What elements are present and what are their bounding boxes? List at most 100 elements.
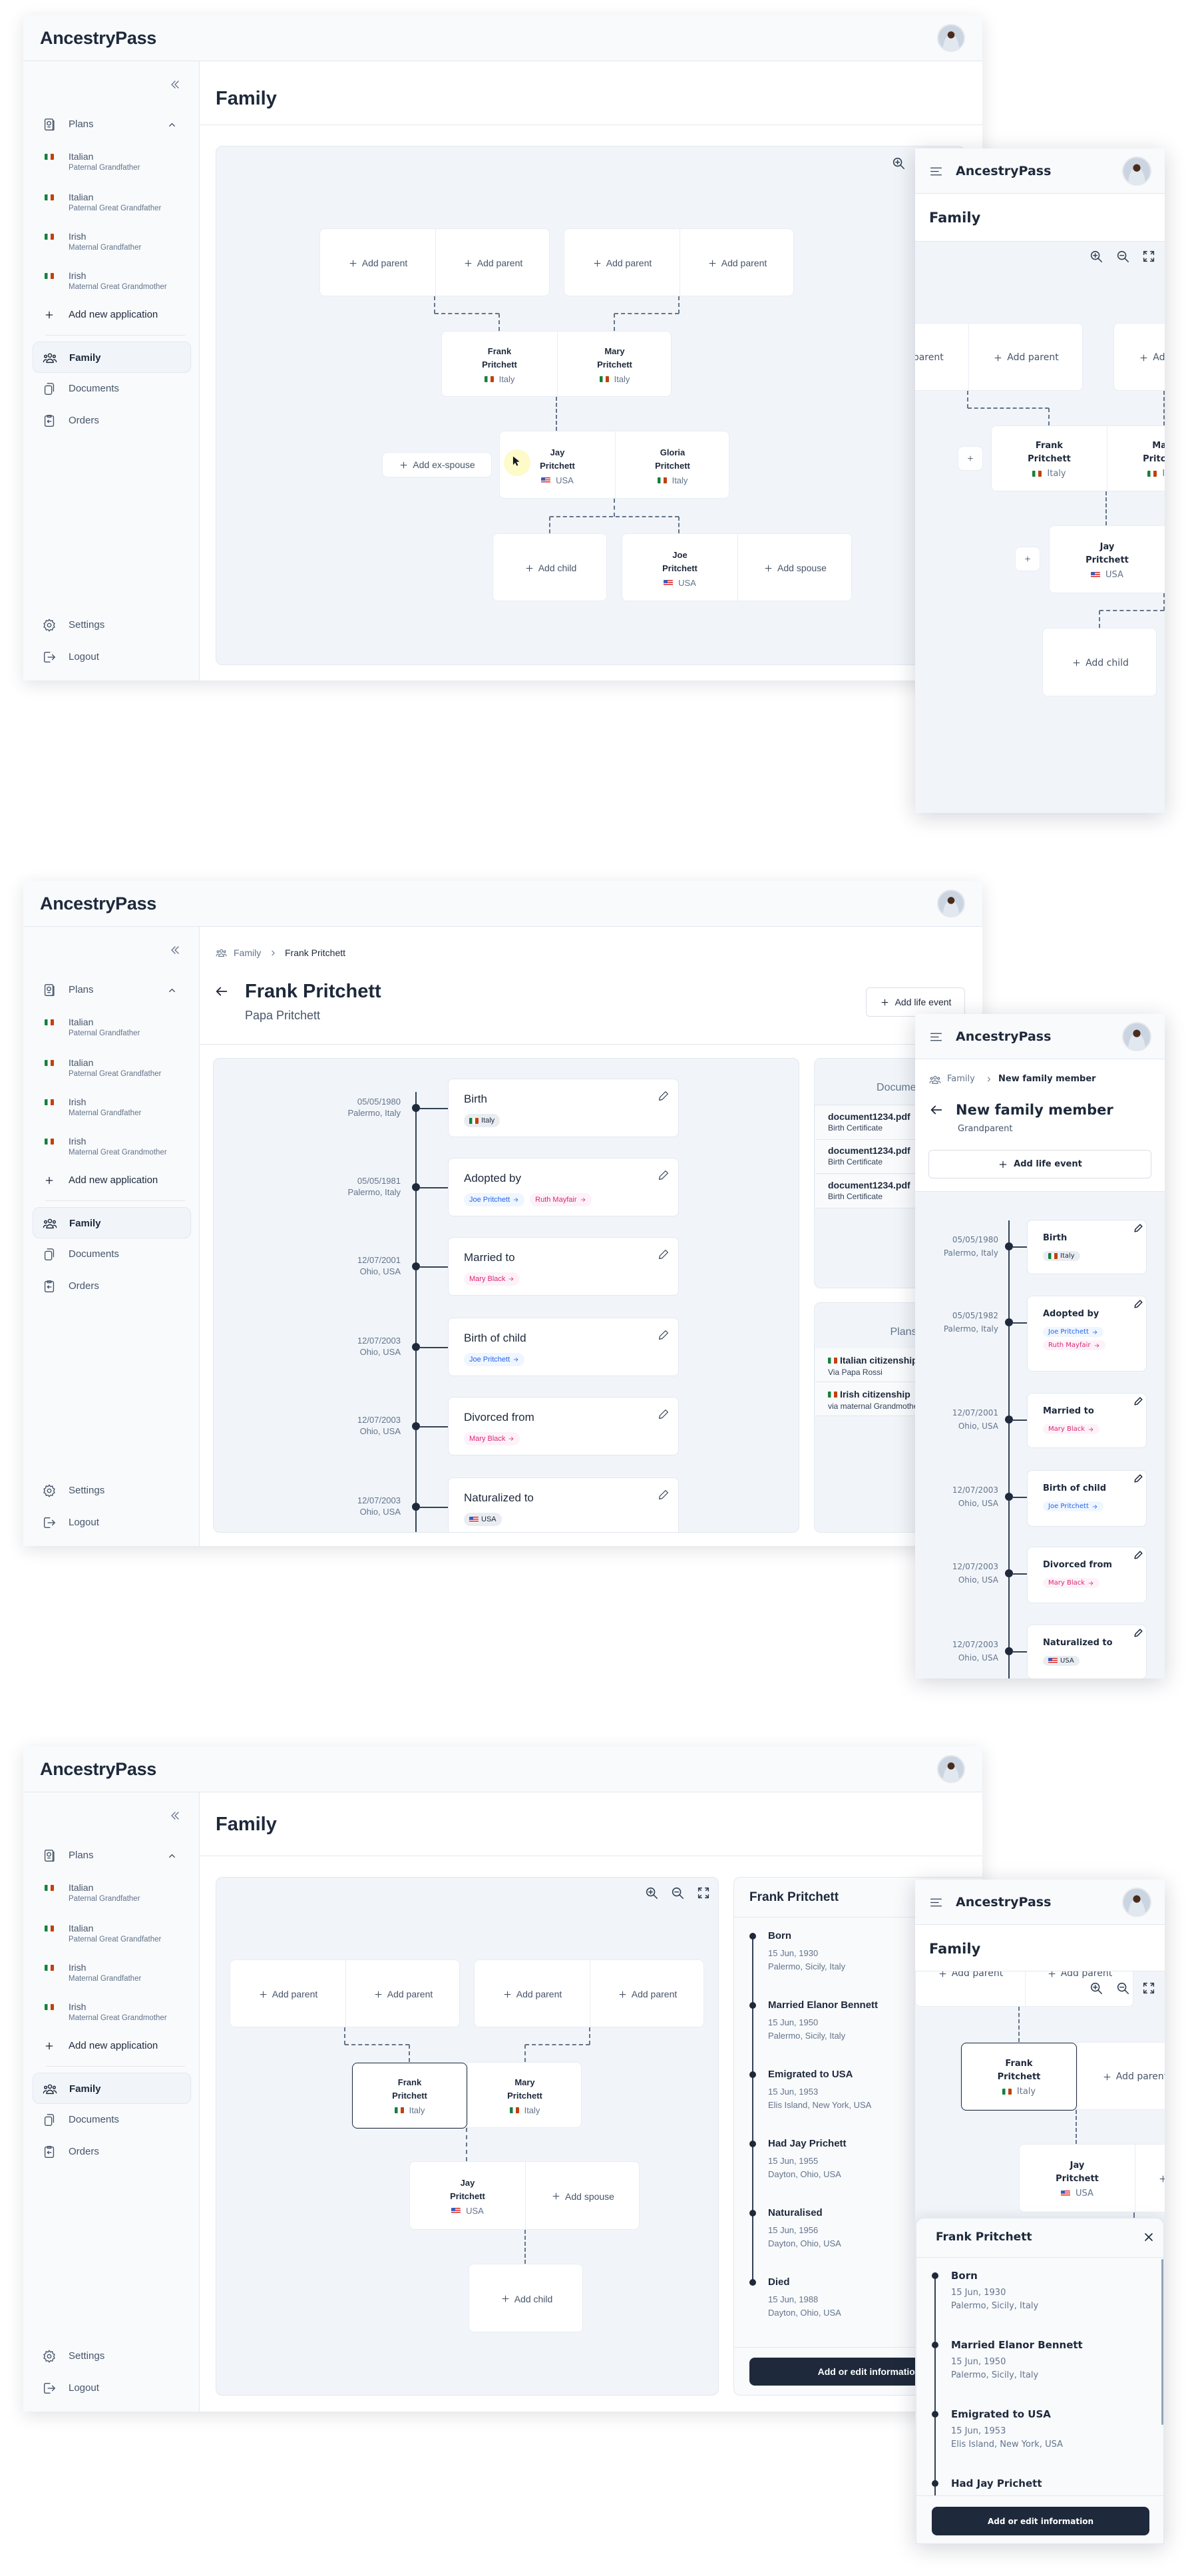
add-child-button[interactable]: Add child bbox=[469, 2264, 584, 2333]
pencil-icon[interactable] bbox=[1133, 1473, 1143, 1483]
sidebar-plan-item[interactable]: Irish Maternal Great Grandmother bbox=[40, 1999, 186, 2025]
sidebar-plan-item[interactable]: Italian Paternal Grandfather bbox=[40, 1880, 186, 1906]
fullscreen-icon[interactable] bbox=[1141, 1981, 1156, 1995]
zoom-out-icon[interactable] bbox=[1115, 1981, 1130, 1995]
menu-icon[interactable] bbox=[929, 1896, 943, 1910]
life-event-card[interactable]: Birth of child Joe Pritchett bbox=[448, 1318, 679, 1376]
sidebar-plan-item[interactable]: Italian Paternal Great Grandfather bbox=[40, 189, 186, 216]
add-parent-button[interactable]: Add parent bbox=[590, 1960, 705, 2028]
back-arrow-icon[interactable] bbox=[929, 1103, 944, 1117]
add-parent-button[interactable]: Add parent bbox=[475, 1960, 590, 2028]
add-parent-button[interactable]: Add parent bbox=[916, 1971, 1025, 2007]
person-node-frank[interactable]: Frank Pritchett Italy bbox=[442, 332, 557, 397]
close-icon[interactable] bbox=[1142, 2230, 1155, 2244]
sidebar-item-family[interactable]: Family bbox=[33, 342, 191, 373]
add-ex-spouse-button[interactable] bbox=[1015, 547, 1040, 571]
event-tag-pink[interactable]: Mary Black bbox=[1043, 1424, 1100, 1434]
add-ex-spouse-button[interactable]: Add ex-spouse bbox=[382, 452, 492, 477]
sidebar-plans-toggle[interactable]: Plans bbox=[33, 1846, 192, 1865]
life-event-card[interactable]: Naturalized to USA bbox=[1027, 1625, 1147, 1678]
add-parent-button[interactable]: Add parent bbox=[968, 324, 1084, 391]
add-child-button[interactable]: Add child bbox=[493, 534, 608, 602]
life-event-card[interactable]: Naturalized to USA bbox=[448, 1477, 679, 1532]
event-tag-pink[interactable]: Mary Black bbox=[464, 1432, 520, 1445]
pencil-icon[interactable] bbox=[658, 1408, 670, 1420]
user-avatar[interactable] bbox=[1122, 1888, 1151, 1917]
sidebar-plan-item[interactable]: Irish Maternal Grandfather bbox=[40, 228, 186, 255]
sidebar-plan-item[interactable]: Irish Maternal Great Grandmother bbox=[40, 268, 186, 294]
sidebar-plans-toggle[interactable]: Plans bbox=[33, 115, 192, 134]
pencil-icon[interactable] bbox=[1133, 1223, 1143, 1233]
life-event-card[interactable]: Birth Italy bbox=[1027, 1220, 1147, 1274]
add-spouse-button[interactable]: Add spouse bbox=[737, 534, 853, 602]
add-new-application-link[interactable]: Add new application bbox=[40, 307, 186, 323]
user-avatar[interactable] bbox=[1122, 156, 1151, 186]
sidebar-item-family[interactable]: Family bbox=[33, 2073, 191, 2104]
collapse-sidebar-icon[interactable] bbox=[168, 78, 182, 91]
sidebar-plan-item[interactable]: Irish Maternal Great Grandmother bbox=[40, 1133, 186, 1160]
zoom-in-icon[interactable] bbox=[1089, 1981, 1103, 1995]
event-tag-pink[interactable]: Ruth Mayfair bbox=[530, 1193, 592, 1206]
life-event-card[interactable]: Married to Mary Black bbox=[1027, 1393, 1147, 1448]
add-parent-button[interactable]: Add parent bbox=[1077, 2043, 1165, 2111]
add-ex-spouse-button[interactable] bbox=[958, 446, 983, 471]
person-node-mary[interactable]: Mary Pritchett Italy bbox=[1107, 426, 1165, 492]
person-node-gloria[interactable]: Gloria Pritchett Italy bbox=[615, 431, 730, 499]
fullscreen-icon[interactable] bbox=[1141, 249, 1156, 264]
sidebar-plan-item[interactable]: Italian Paternal Great Grandfather bbox=[40, 1920, 186, 1947]
life-event-card[interactable]: Birth of child Joe Pritchett bbox=[1027, 1470, 1147, 1527]
sidebar-item-orders[interactable]: Orders bbox=[33, 409, 191, 433]
event-tag-blue[interactable]: Joe Pritchett bbox=[1043, 1327, 1103, 1337]
sidebar-item-orders[interactable]: Orders bbox=[33, 1274, 191, 1298]
pencil-icon[interactable] bbox=[658, 1329, 670, 1341]
add-new-application-link[interactable]: Add new application bbox=[40, 2038, 186, 2054]
add-life-event-button[interactable]: Add life event bbox=[928, 1150, 1151, 1178]
add-spouse-button[interactable]: Add spouse bbox=[1135, 2145, 1165, 2213]
sidebar-item-documents[interactable]: Documents bbox=[33, 377, 191, 401]
person-node-jay[interactable]: Jay Pritchett USA bbox=[410, 2162, 525, 2230]
sidebar-plans-toggle[interactable]: Plans bbox=[33, 981, 192, 999]
life-event-card[interactable]: Married to Mary Black bbox=[448, 1237, 679, 1296]
collapse-sidebar-icon[interactable] bbox=[168, 1809, 182, 1822]
scrollbar[interactable] bbox=[1161, 2259, 1163, 2425]
person-node-frank[interactable]: Frank Pritchett Italy bbox=[992, 426, 1107, 492]
collapse-sidebar-icon[interactable] bbox=[168, 943, 182, 957]
user-avatar[interactable] bbox=[937, 24, 965, 52]
sidebar-item-documents[interactable]: Documents bbox=[33, 2108, 191, 2132]
add-parent-button[interactable]: Add parent bbox=[1114, 324, 1165, 391]
add-life-event-button[interactable]: Add life event bbox=[866, 987, 965, 1017]
sidebar-plan-item[interactable]: Irish Maternal Grandfather bbox=[40, 1094, 186, 1121]
pencil-icon[interactable] bbox=[1133, 1299, 1143, 1309]
menu-icon[interactable] bbox=[929, 1030, 943, 1044]
sidebar-item-logout[interactable]: Logout bbox=[33, 2376, 191, 2400]
sidebar-item-documents[interactable]: Documents bbox=[33, 1242, 191, 1266]
add-or-edit-information-button[interactable]: Add or edit information bbox=[932, 2507, 1149, 2535]
zoom-out-icon[interactable] bbox=[1115, 249, 1130, 264]
sidebar-item-logout[interactable]: Logout bbox=[33, 1511, 191, 1535]
pencil-icon[interactable] bbox=[658, 1169, 670, 1181]
pencil-icon[interactable] bbox=[658, 1090, 670, 1102]
zoom-out-icon[interactable] bbox=[670, 1886, 685, 1900]
add-parent-button[interactable]: Add parent bbox=[435, 229, 550, 297]
event-tag-pink[interactable]: Mary Black bbox=[464, 1272, 520, 1286]
person-node-jay[interactable]: Jay Pritchett USA bbox=[1020, 2145, 1135, 2213]
add-parent-button[interactable]: Add parent bbox=[915, 324, 968, 391]
add-parent-button[interactable]: Add parent bbox=[680, 229, 795, 297]
event-tag-pink[interactable]: Ruth Mayfair bbox=[1043, 1340, 1105, 1350]
sidebar-plan-item[interactable]: Irish Maternal Grandfather bbox=[40, 1959, 186, 1986]
pencil-icon[interactable] bbox=[1133, 1396, 1143, 1406]
user-avatar[interactable] bbox=[1122, 1022, 1151, 1051]
breadcrumb-root[interactable]: Family bbox=[947, 1073, 975, 1086]
person-node-mary[interactable]: Mary Pritchett Italy bbox=[467, 2063, 582, 2129]
back-arrow-icon[interactable] bbox=[214, 984, 229, 999]
pencil-icon[interactable] bbox=[1133, 1628, 1143, 1638]
life-event-card[interactable]: Divorced from Mary Black bbox=[1027, 1547, 1147, 1603]
menu-icon[interactable] bbox=[929, 164, 943, 178]
person-node-mary[interactable]: Mary Pritchett Italy bbox=[557, 332, 672, 397]
add-spouse-button[interactable]: Add spouse bbox=[525, 2162, 640, 2230]
sidebar-item-family[interactable]: Family bbox=[33, 1207, 191, 1238]
user-avatar[interactable] bbox=[937, 890, 965, 917]
person-node-frank[interactable]: Frank Pritchett Italy bbox=[961, 2043, 1077, 2111]
life-event-card[interactable]: Adopted by Joe Pritchett Ruth Mayfair bbox=[1027, 1296, 1147, 1372]
event-tag-blue[interactable]: Joe Pritchett bbox=[464, 1193, 525, 1206]
